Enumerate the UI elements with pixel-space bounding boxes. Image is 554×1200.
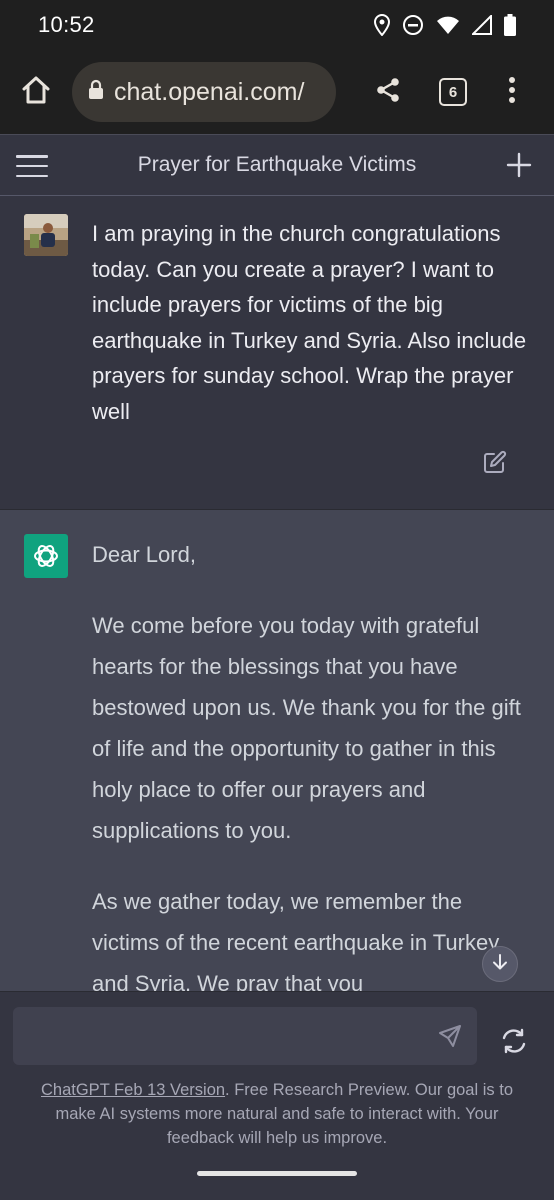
assistant-paragraph: As we gather today, we remember the vict…	[92, 889, 500, 991]
user-message: I am praying in the church congratulatio…	[0, 196, 554, 510]
arrow-down-icon	[491, 953, 509, 976]
signal-icon	[472, 15, 492, 35]
user-message-text: I am praying in the church congratulatio…	[92, 221, 527, 424]
regenerate-icon[interactable]	[499, 1026, 529, 1056]
share-icon	[374, 76, 402, 109]
assistant-paragraph: Dear Lord,	[92, 542, 196, 567]
share-button[interactable]	[370, 74, 406, 110]
composer-footer: ChatGPT Feb 13 Version. Free Research Pr…	[0, 991, 554, 1200]
edit-icon[interactable]	[483, 450, 507, 474]
lock-icon	[88, 79, 104, 106]
plus-icon[interactable]	[505, 151, 533, 179]
composer-box	[13, 1007, 477, 1065]
browser-toolbar: chat.openai.com/ 6	[0, 50, 554, 134]
do-not-disturb-icon	[402, 14, 424, 36]
assistant-paragraph: We come before you today with grateful h…	[92, 613, 521, 843]
gesture-bar[interactable]	[197, 1171, 357, 1176]
location-icon	[374, 14, 390, 36]
tabs-button[interactable]: 6	[439, 78, 467, 106]
status-time: 10:52	[38, 12, 95, 37]
address-bar[interactable]: chat.openai.com/	[72, 62, 336, 122]
chat-title: Prayer for Earthquake Victims	[137, 153, 417, 176]
assistant-message-text: Dear Lord, We come before you today with…	[92, 534, 532, 991]
disclaimer: ChatGPT Feb 13 Version. Free Research Pr…	[22, 1078, 532, 1150]
message-input[interactable]	[13, 1007, 423, 1065]
status-icons	[374, 14, 516, 36]
openai-logo-icon	[24, 534, 68, 578]
more-vert-icon	[508, 76, 516, 109]
scroll-to-bottom-button[interactable]	[482, 946, 518, 982]
assistant-message: Dear Lord, We come before you today with…	[0, 510, 554, 991]
version-link[interactable]: ChatGPT Feb 13 Version	[41, 1081, 225, 1099]
send-icon[interactable]	[437, 1023, 463, 1049]
user-avatar	[24, 214, 68, 256]
chat-header: Prayer for Earthquake Victims	[0, 134, 554, 196]
home-icon	[20, 74, 52, 111]
more-menu-button[interactable]	[498, 74, 526, 110]
battery-icon	[504, 14, 516, 36]
status-bar: 10:52	[0, 0, 554, 50]
url-text: chat.openai.com/	[114, 77, 305, 106]
home-button[interactable]	[18, 72, 54, 112]
wifi-icon	[436, 15, 460, 35]
